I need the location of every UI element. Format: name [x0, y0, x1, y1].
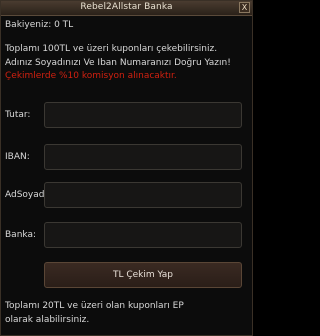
- bank-input[interactable]: [44, 222, 242, 248]
- bank-label: Banka:: [5, 230, 36, 240]
- title-bar[interactable]: Rebel2Allstar Banka X: [1, 1, 252, 16]
- fullname-label: AdSoyad: [5, 190, 45, 200]
- footer-ep-text: Toplamı 20TL ve üzeri olan kuponları EP: [5, 301, 184, 311]
- bank-window: Rebel2Allstar Banka X Bakiyeniz: 0 TL To…: [0, 0, 253, 336]
- withdraw-button[interactable]: TL Çekim Yap: [44, 262, 242, 288]
- info-minimum-text: Toplamı 100TL ve üzeri kuponları çekebil…: [5, 44, 218, 54]
- iban-input[interactable]: [44, 144, 242, 170]
- amount-input[interactable]: [44, 102, 242, 128]
- iban-label: IBAN:: [5, 152, 30, 162]
- window-title: Rebel2Allstar Banka: [80, 2, 173, 12]
- footer-ep-text-cont: olarak alabilirsiniz.: [5, 315, 90, 325]
- amount-label: Tutar:: [5, 110, 31, 120]
- balance-text: Bakiyeniz: 0 TL: [5, 20, 74, 30]
- close-icon[interactable]: X: [239, 2, 250, 13]
- fullname-input[interactable]: [44, 182, 242, 208]
- info-name-iban-text: Adınız Soyadınızı Ve Iban Numaranızı Doğ…: [5, 58, 231, 68]
- commission-warning-text: Çekimlerde %10 komisyon alınacaktır.: [5, 71, 177, 81]
